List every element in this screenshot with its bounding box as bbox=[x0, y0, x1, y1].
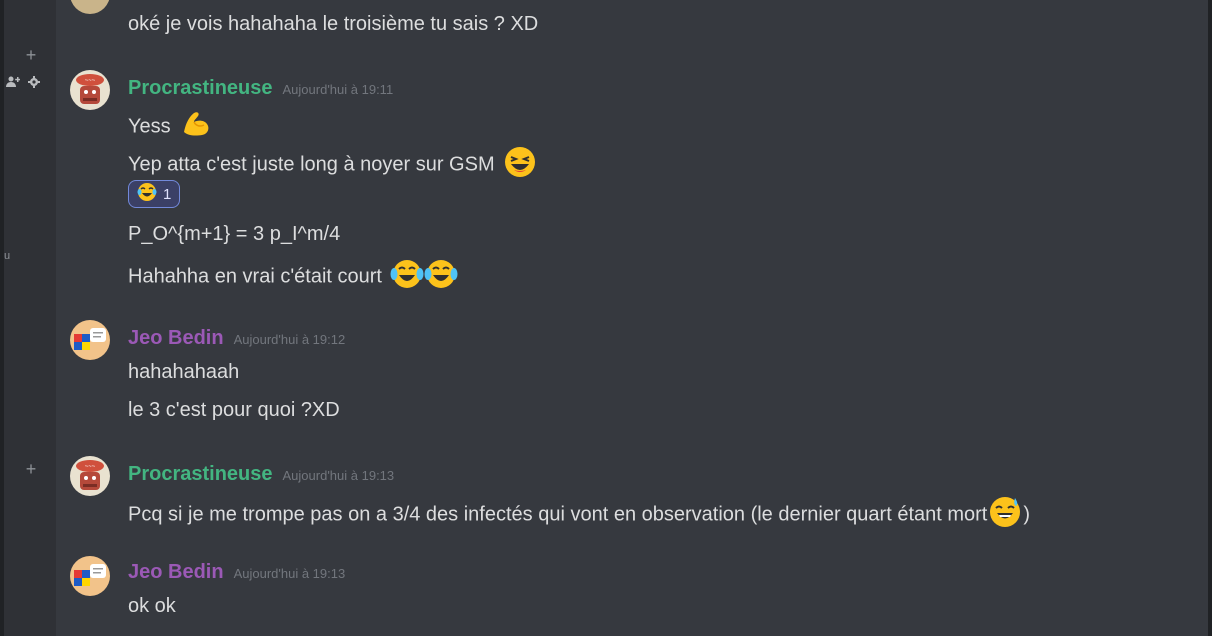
svg-text:~~~: ~~~ bbox=[85, 464, 96, 470]
message-text: le 3 c'est pour quoi ?XD bbox=[128, 399, 340, 421]
gear-icon[interactable] bbox=[28, 76, 40, 91]
author-name[interactable]: Procrastineuse bbox=[128, 462, 273, 486]
laughing-face-emoji-icon bbox=[504, 146, 536, 184]
message-text: hahahahaah bbox=[128, 361, 240, 383]
message-line: Hahahha en vrai c'était court bbox=[128, 258, 458, 296]
timestamp: Aujourd'hui à 19:12 bbox=[233, 332, 346, 347]
message-area: oké je vois hahahaha le troisième tu sai… bbox=[56, 0, 1212, 636]
message-header: Procrastineuse Aujourd'hui à 19:13 bbox=[128, 462, 394, 486]
window-edge bbox=[1208, 0, 1212, 636]
author-name[interactable]: Jeo Bedin bbox=[128, 326, 224, 350]
sidebar-icon-row bbox=[6, 76, 40, 91]
message-text: Hahahha en vrai c'était court bbox=[128, 265, 382, 288]
avatar[interactable]: ~~~ bbox=[70, 70, 110, 110]
message-text: Pcq si je me trompe pas on a 3/4 des inf… bbox=[128, 503, 988, 526]
avatar[interactable] bbox=[70, 556, 110, 596]
message-text: Yep atta c'est juste long à noyer sur GS… bbox=[128, 153, 495, 176]
reaction-count: 1 bbox=[163, 185, 172, 203]
message-header: Procrastineuse Aujourd'hui à 19:11 bbox=[128, 76, 393, 100]
message-text: ok ok bbox=[128, 595, 176, 617]
message-line: Yess bbox=[128, 110, 212, 144]
add-member-icon[interactable] bbox=[6, 76, 21, 91]
avatar[interactable] bbox=[70, 0, 110, 14]
message-line: Yep atta c'est juste long à noyer sur GS… bbox=[128, 146, 536, 184]
message-text: ) bbox=[1023, 503, 1031, 526]
message-line: Pcq si je me trompe pas on a 3/4 des inf… bbox=[128, 496, 1030, 534]
joy-emoji-icon bbox=[390, 258, 424, 296]
timestamp: Aujourd'hui à 19:11 bbox=[282, 82, 394, 97]
author-name[interactable]: Procrastineuse bbox=[128, 76, 273, 100]
sidebar-cut-text: u bbox=[4, 250, 11, 262]
message-text: P_O^{m+1} = 3 p_I^m/4 bbox=[128, 223, 341, 245]
timestamp: Aujourd'hui à 19:13 bbox=[233, 566, 346, 581]
flexed-biceps-emoji-icon bbox=[180, 110, 212, 144]
add-plus-icon[interactable]: + bbox=[24, 46, 38, 64]
avatar[interactable]: ~~~ bbox=[70, 456, 110, 496]
message-text: oké je vois hahahaha le troisième tu sai… bbox=[128, 13, 539, 35]
svg-text:~~~: ~~~ bbox=[85, 78, 96, 84]
message-header: Jeo Bedin Aujourd'hui à 19:13 bbox=[128, 560, 345, 584]
joy-emoji-icon bbox=[137, 182, 157, 206]
sweat-smile-emoji-icon bbox=[989, 496, 1021, 534]
avatar[interactable] bbox=[70, 320, 110, 360]
message-text: Yess bbox=[128, 115, 171, 138]
message-header: Jeo Bedin Aujourd'hui à 19:12 bbox=[128, 326, 345, 350]
joy-emoji-icon bbox=[424, 258, 458, 296]
timestamp: Aujourd'hui à 19:13 bbox=[282, 468, 395, 483]
reaction-pill[interactable]: 1 bbox=[128, 180, 181, 208]
channel-sidebar: + u + bbox=[4, 0, 56, 636]
author-name[interactable]: Jeo Bedin bbox=[128, 560, 224, 584]
add-plus-icon[interactable]: + bbox=[24, 460, 38, 478]
